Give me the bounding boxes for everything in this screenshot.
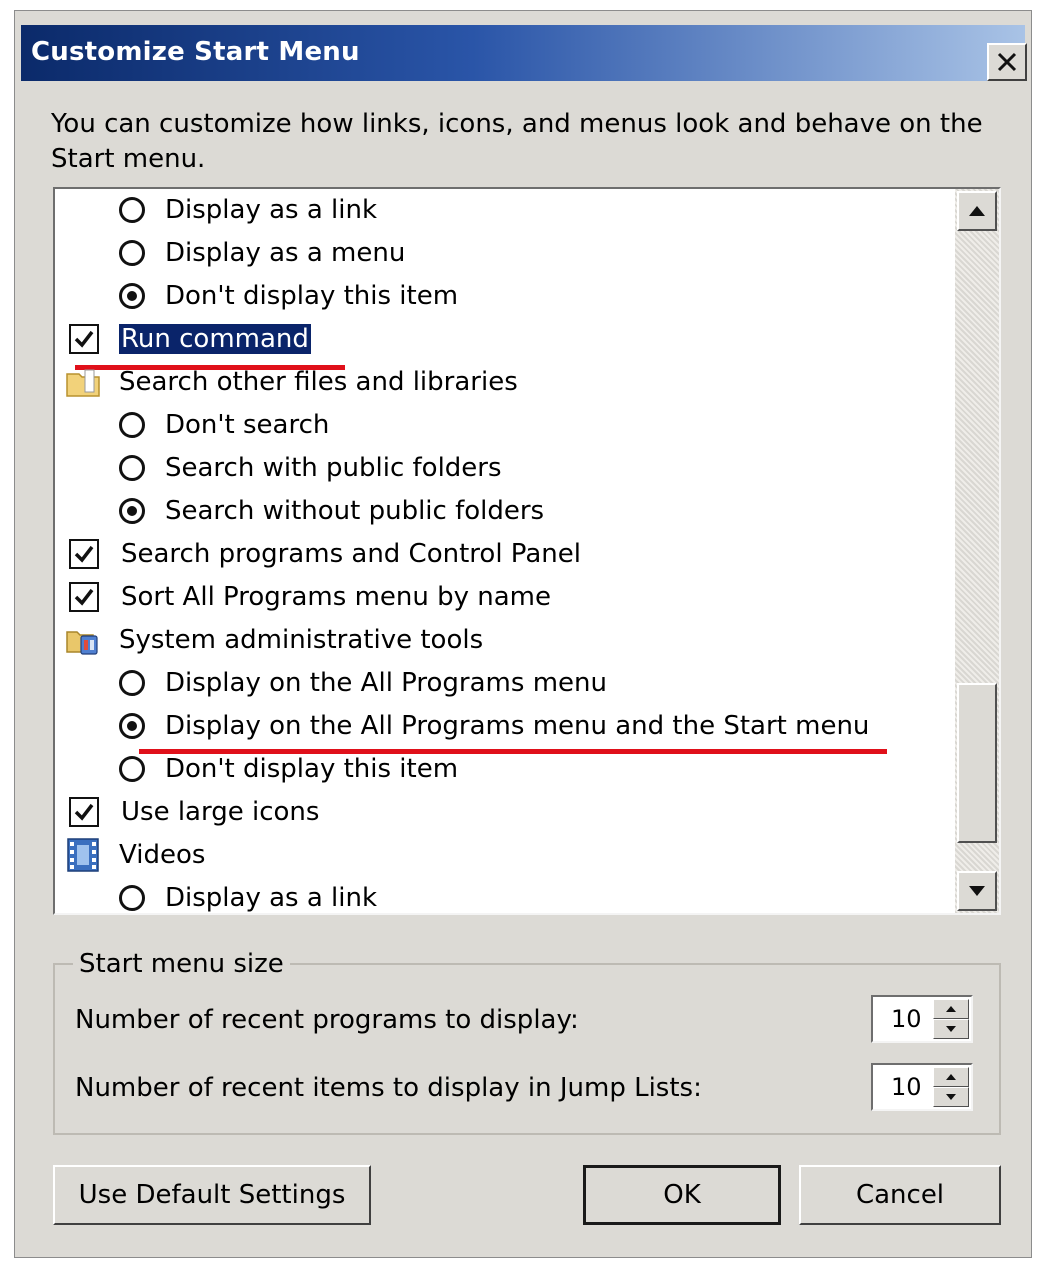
jump-list-label: Number of recent items to display in Jum…: [75, 1073, 702, 1103]
close-icon: [997, 52, 1017, 72]
recent-programs-spinner[interactable]: 10: [871, 995, 973, 1043]
folder-icon: [66, 369, 100, 397]
title-bar: Customize Start Menu: [21, 25, 1027, 81]
arrow-down-icon: [969, 886, 985, 896]
list-item-label: Search with public folders: [165, 453, 502, 483]
list-item-label: Display on the All Programs menu and the…: [165, 711, 870, 741]
list-item[interactable]: Videos: [65, 834, 207, 876]
customize-start-menu-dialog: Customize Start Menu You can customize h…: [14, 10, 1032, 1258]
list-item[interactable]: Don't display this item: [119, 748, 460, 790]
checkmark-icon: [74, 588, 94, 606]
list-item[interactable]: Search programs and Control Panel: [69, 533, 583, 575]
start-menu-size-group: Start menu size Number of recent program…: [53, 949, 1001, 1135]
checkmark-icon: [74, 330, 94, 348]
group-legend: Start menu size: [73, 949, 290, 979]
arrow-down-icon: [946, 1026, 956, 1032]
spin-up-button[interactable]: [933, 999, 969, 1019]
checkbox[interactable]: [69, 582, 99, 612]
scroll-down-button[interactable]: [957, 871, 997, 911]
jump-list-spinner[interactable]: 10: [871, 1063, 973, 1111]
use-default-settings-button[interactable]: Use Default Settings: [53, 1165, 371, 1225]
list-item[interactable]: Display as a link: [119, 877, 379, 913]
list-item-label: Sort All Programs menu by name: [121, 582, 552, 612]
list-item-label: Search other files and libraries: [119, 367, 518, 397]
list-item[interactable]: Run command: [69, 318, 311, 360]
checkmark-icon: [74, 803, 94, 821]
radio-button-selected[interactable]: [119, 713, 145, 739]
list-item[interactable]: Search without public folders: [119, 490, 546, 532]
spin-down-button[interactable]: [933, 1087, 969, 1107]
jump-list-value: 10: [891, 1073, 922, 1101]
window-title: Customize Start Menu: [31, 37, 360, 67]
list-item[interactable]: Display as a menu: [119, 232, 407, 274]
list-item-label: Don't search: [165, 410, 330, 440]
radio-button[interactable]: [119, 240, 145, 266]
radio-button[interactable]: [119, 885, 145, 911]
checkbox[interactable]: [69, 324, 99, 354]
radio-button[interactable]: [119, 670, 145, 696]
list-item[interactable]: Display on the All Programs menu and the…: [119, 705, 871, 747]
checkbox[interactable]: [69, 797, 99, 827]
arrow-up-icon: [946, 1074, 956, 1080]
radio-button[interactable]: [119, 455, 145, 481]
arrow-up-icon: [946, 1006, 956, 1012]
spin-up-button[interactable]: [933, 1067, 969, 1087]
radio-button[interactable]: [119, 197, 145, 223]
list-item[interactable]: Use large icons: [69, 791, 321, 833]
list-item-label: Videos: [119, 840, 206, 870]
intro-text: You can customize how links, icons, and …: [51, 109, 983, 174]
list-item-label: Don't display this item: [165, 754, 459, 784]
radio-button-selected[interactable]: [119, 283, 145, 309]
scroll-up-button[interactable]: [957, 191, 997, 231]
list-item-label: System administrative tools: [119, 625, 484, 655]
list-item-label: Display as a link: [165, 195, 378, 225]
recent-programs-label: Number of recent programs to display:: [75, 1005, 579, 1035]
list-item-label: Display as a link: [165, 883, 378, 913]
checkbox[interactable]: [69, 539, 99, 569]
radio-button-selected[interactable]: [119, 498, 145, 524]
arrow-down-icon: [946, 1094, 956, 1100]
spin-down-button[interactable]: [933, 1019, 969, 1039]
list-item-label-selected: Run command: [119, 324, 311, 354]
list-item-label: Use large icons: [121, 797, 320, 827]
options-listbox[interactable]: Display as a link Display as a menu Don'…: [53, 187, 1001, 915]
checkmark-icon: [74, 545, 94, 563]
ok-button[interactable]: OK: [583, 1165, 781, 1225]
videos-icon: [67, 838, 99, 872]
list-item[interactable]: Don't search: [119, 404, 331, 446]
radio-button[interactable]: [119, 756, 145, 782]
list-item[interactable]: Display as a link: [119, 189, 379, 231]
arrow-up-icon: [969, 206, 985, 216]
list-item-label: Display on the All Programs menu: [165, 668, 607, 698]
recent-programs-value: 10: [891, 1005, 922, 1033]
close-button[interactable]: [987, 43, 1027, 81]
list-item[interactable]: Display on the All Programs menu: [119, 662, 609, 704]
radio-button[interactable]: [119, 412, 145, 438]
cancel-button[interactable]: Cancel: [799, 1165, 1001, 1225]
vertical-scrollbar[interactable]: [955, 189, 999, 913]
list-item[interactable]: Sort All Programs menu by name: [69, 576, 553, 618]
scroll-thumb[interactable]: [957, 683, 997, 843]
list-item[interactable]: Search other files and libraries: [65, 361, 520, 403]
list-item-label: Search without public folders: [165, 496, 545, 526]
admin-tools-icon: [66, 631, 98, 655]
list-item-label: Search programs and Control Panel: [121, 539, 581, 569]
list-item[interactable]: Search with public folders: [119, 447, 504, 489]
list-item-label: Don't display this item: [165, 281, 459, 311]
list-item[interactable]: System administrative tools: [65, 619, 485, 661]
list-item-label: Display as a menu: [165, 238, 406, 268]
list-item[interactable]: Don't display this item: [119, 275, 460, 317]
